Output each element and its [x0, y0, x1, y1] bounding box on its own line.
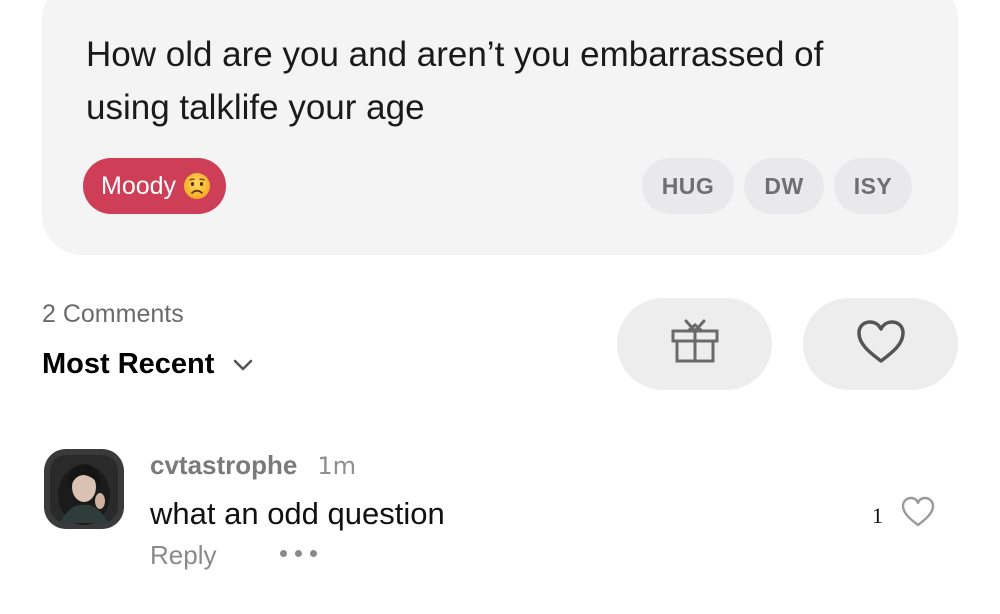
dot [280, 550, 287, 557]
comment-like-count: 1 [872, 503, 883, 528]
gift-button[interactable] [617, 298, 772, 390]
sort-dropdown[interactable]: Most Recent [42, 348, 254, 381]
comments-count: 2 Comments [42, 300, 184, 328]
reply-button[interactable]: Reply [150, 540, 216, 571]
mood-label: Moody [101, 171, 177, 200]
heart-icon [900, 496, 936, 532]
comment-like-button[interactable] [900, 496, 936, 533]
avatar[interactable] [44, 449, 124, 529]
more-dots-icon[interactable] [280, 550, 317, 557]
dot [295, 550, 302, 557]
comment-timestamp: 1m [317, 452, 357, 480]
chevron-down-icon [232, 358, 254, 377]
gift-icon [668, 317, 722, 372]
worried-face-icon [182, 171, 212, 201]
comment-username[interactable]: cvtastrophe [150, 450, 297, 481]
comment-header: cvtastrophe 1m [150, 450, 356, 481]
reaction-hug-button[interactable]: HUG [642, 158, 734, 214]
reaction-dw-button[interactable]: DW [744, 158, 824, 214]
dot [310, 550, 317, 557]
comment-text: what an odd question [150, 496, 445, 531]
heart-icon [855, 319, 907, 370]
sort-label: Most Recent [42, 348, 215, 380]
reaction-isy-button[interactable]: ISY [834, 158, 912, 214]
post-card: How old are you and aren’t you embarrass… [42, 0, 958, 255]
mood-badge[interactable]: Moody [83, 158, 227, 214]
like-post-button[interactable] [803, 298, 958, 390]
post-text: How old are you and aren’t you embarrass… [86, 35, 824, 127]
